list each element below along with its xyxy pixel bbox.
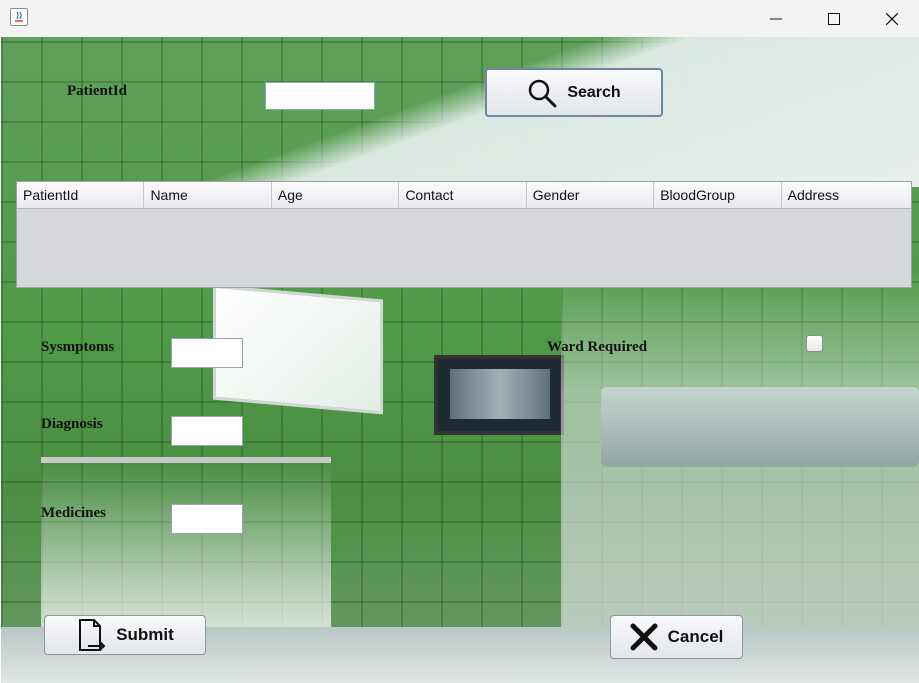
operating-room-background: PatientId Search PatientId Name Age Cont… (1, 37, 919, 683)
cancel-button-label: Cancel (667, 627, 724, 646)
submit-button-label: Submit (116, 625, 174, 644)
table-header: PatientId Name Age Contact Gender BloodG… (17, 182, 911, 209)
column-header-bloodgroup[interactable]: BloodGroup (654, 182, 782, 208)
search-button[interactable]: Search (485, 68, 663, 117)
column-header-name[interactable]: Name (144, 182, 272, 208)
ward-required-label: Ward Required (547, 339, 648, 355)
app-window: PatientId Search PatientId Name Age Cont… (0, 0, 919, 683)
maximize-icon (828, 12, 840, 25)
diagnosis-label: Diagnosis (41, 416, 103, 432)
java-app-icon (10, 8, 28, 26)
minimize-button[interactable] (747, 0, 805, 37)
maximize-button[interactable] (805, 0, 863, 37)
patient-id-label: PatientId (67, 83, 127, 99)
minimize-icon (770, 18, 782, 19)
medicines-input[interactable] (171, 504, 243, 534)
operating-table-decoration (601, 387, 919, 467)
patient-id-input[interactable] (265, 82, 375, 110)
cancel-x-icon (630, 623, 658, 651)
monitor-decoration (434, 355, 564, 435)
column-header-gender[interactable]: Gender (527, 182, 655, 208)
symptoms-input[interactable] (171, 338, 243, 368)
medicines-label: Medicines (41, 505, 106, 521)
document-export-icon (79, 619, 106, 651)
column-header-contact[interactable]: Contact (399, 182, 527, 208)
close-icon (886, 12, 898, 25)
submit-button[interactable]: Submit (44, 615, 206, 655)
search-icon (529, 79, 557, 107)
column-header-patientid[interactable]: PatientId (17, 182, 145, 208)
title-bar (0, 0, 919, 37)
close-button[interactable] (863, 0, 919, 37)
diagnosis-input[interactable] (171, 416, 243, 446)
column-header-age[interactable]: Age (272, 182, 400, 208)
ward-required-checkbox[interactable] (806, 335, 823, 352)
symptoms-label: Sysmptoms (41, 339, 115, 355)
cancel-button[interactable]: Cancel (610, 615, 743, 659)
column-header-address[interactable]: Address (782, 182, 911, 208)
search-button-label: Search (567, 83, 621, 101)
patients-table[interactable]: PatientId Name Age Contact Gender BloodG… (16, 181, 912, 288)
ceiling-decoration (1, 37, 919, 187)
table-body[interactable] (17, 209, 911, 288)
